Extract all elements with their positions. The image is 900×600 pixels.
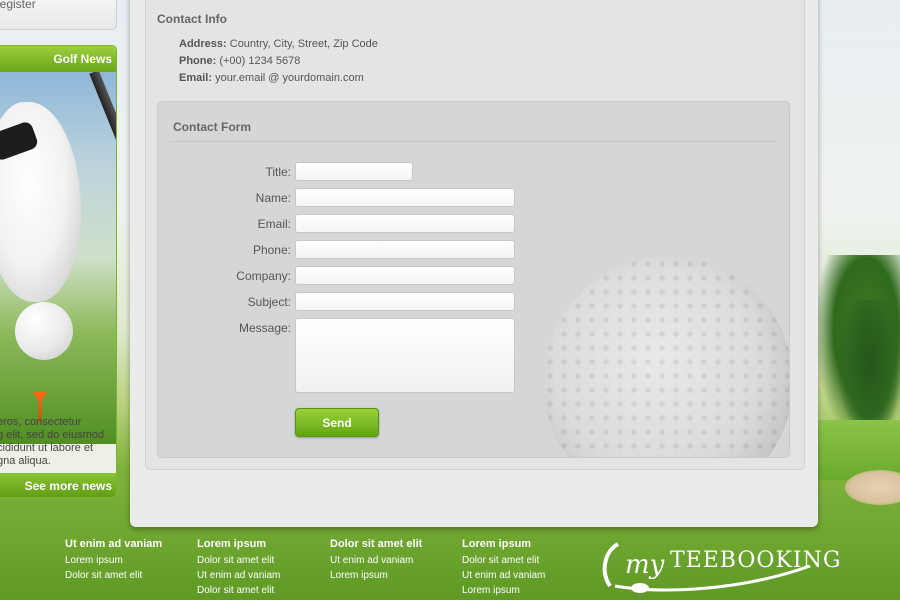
email-line: Email: your.email @ yourdomain.com bbox=[179, 72, 364, 84]
phone-line: Phone: (+00) 1234 5678 bbox=[179, 55, 300, 67]
phone-label: Phone: bbox=[179, 55, 217, 67]
golf-ball-watermark bbox=[543, 257, 789, 457]
title-field[interactable] bbox=[295, 162, 413, 181]
email-label: Email: bbox=[179, 72, 213, 84]
phone-field[interactable] bbox=[295, 240, 515, 259]
form-divider bbox=[170, 141, 777, 142]
message-label: Message: bbox=[238, 321, 291, 335]
news-text-line: gna aliqua. bbox=[0, 455, 51, 467]
golf-news-excerpt: eros, consectetur g elit, sed do eiusmod… bbox=[0, 416, 115, 468]
see-more-news-link[interactable]: See more news bbox=[25, 479, 112, 493]
footer-column-heading[interactable]: Lorem ipsum bbox=[462, 538, 545, 550]
footer-column-heading[interactable]: Ut enim ad vaniam bbox=[65, 538, 162, 550]
footer-link[interactable]: Dolor sit amet elit bbox=[197, 553, 280, 568]
footer-link[interactable]: Ut enim ad vaniam bbox=[197, 568, 280, 583]
footer-link[interactable]: Lorem ipsum bbox=[462, 583, 545, 598]
footer-link[interactable]: Lorem ipsum bbox=[330, 568, 422, 583]
golf-ball-graphic bbox=[15, 302, 73, 360]
footer-column: Ut enim ad vaniam Lorem ipsum Dolor sit … bbox=[65, 538, 162, 583]
footer-link[interactable]: Lorem ipsum bbox=[65, 553, 162, 568]
send-button[interactable]: Send bbox=[295, 408, 379, 437]
footer-link[interactable]: Dolor sit amet elit bbox=[197, 583, 280, 598]
footer-link[interactable]: Ut enim ad vaniam bbox=[330, 553, 422, 568]
golf-news-footer: See more news bbox=[0, 473, 116, 497]
golf-news-panel: Golf News eros, consectetur g elit, sed … bbox=[0, 45, 117, 498]
title-label: Title: bbox=[265, 165, 291, 179]
footer-link[interactable]: Dolor sit amet elit bbox=[65, 568, 162, 583]
email-value: your.email @ yourdomain.com bbox=[212, 72, 364, 84]
teebooking-logo[interactable]: my TEEBOOKING bbox=[600, 536, 840, 598]
name-label: Name: bbox=[255, 191, 291, 205]
subject-label: Subject: bbox=[247, 295, 291, 309]
golf-ball-dimples bbox=[543, 257, 789, 457]
register-box: Register bbox=[0, 0, 117, 30]
contact-info-heading: Contact Info bbox=[157, 12, 227, 26]
company-field[interactable] bbox=[295, 266, 515, 285]
footer-column: Lorem ipsum Dolor sit amet elit Ut enim … bbox=[197, 538, 280, 598]
name-field[interactable] bbox=[295, 188, 515, 207]
address-label: Address: bbox=[179, 38, 227, 50]
email-label: Email: bbox=[257, 217, 291, 231]
logo-prefix: my bbox=[625, 550, 665, 580]
contact-form-heading: Contact Form bbox=[173, 120, 251, 134]
address-line: Address: Country, City, Street, Zip Code bbox=[179, 38, 378, 50]
golf-news-title: Golf News bbox=[53, 52, 112, 66]
register-link[interactable]: Register bbox=[0, 0, 36, 11]
footer-column-heading[interactable]: Lorem ipsum bbox=[197, 538, 280, 550]
news-text-line: g elit, sed do eiusmod bbox=[0, 429, 105, 441]
golf-club-graphic bbox=[89, 72, 116, 186]
contact-form-panel: Contact Form Title: Name: Email: Phone: … bbox=[157, 101, 790, 458]
phone-value: (+00) 1234 5678 bbox=[216, 55, 301, 67]
email-field[interactable] bbox=[295, 214, 515, 233]
news-text-line: eros, consectetur bbox=[0, 416, 82, 428]
footer-link[interactable]: Ut enim ad vaniam bbox=[462, 568, 545, 583]
golf-news-image[interactable] bbox=[0, 72, 116, 444]
subject-field[interactable] bbox=[295, 292, 515, 311]
message-field[interactable] bbox=[295, 318, 515, 393]
news-text-line: cididunt ut labore et bbox=[0, 442, 94, 454]
phone-label: Phone: bbox=[252, 243, 291, 257]
footer-column: Lorem ipsum Dolor sit amet elit Ut enim … bbox=[462, 538, 545, 598]
golf-news-header: Golf News bbox=[0, 46, 116, 72]
logo-name: TEEBOOKING bbox=[670, 548, 842, 573]
address-value: Country, City, Street, Zip Code bbox=[226, 38, 378, 50]
company-label: Company: bbox=[236, 269, 291, 283]
background-trees bbox=[840, 300, 900, 440]
footer-column-heading[interactable]: Dolor sit amet elit bbox=[330, 538, 422, 550]
footer-column: Dolor sit amet elit Ut enim ad vaniam Lo… bbox=[330, 538, 422, 583]
footer-link[interactable]: Dolor sit amet elit bbox=[462, 553, 545, 568]
